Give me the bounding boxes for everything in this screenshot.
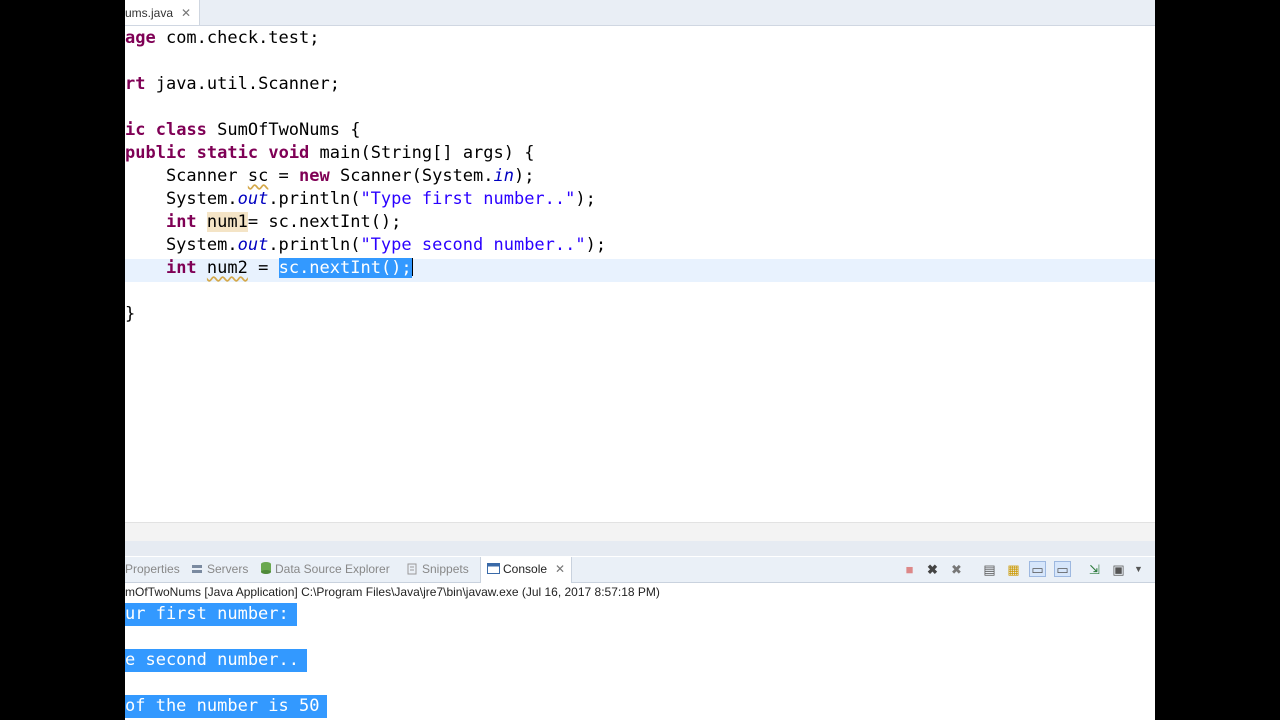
close-icon[interactable]: ✕ [555,557,565,582]
tab-snippets[interactable]: Snippets [406,557,469,582]
remove-launch-icon[interactable]: ✖ [925,562,940,577]
eclipse-window: ums.java ✕ age com.check.test; rt java.u… [125,0,1155,720]
terminate-icon[interactable]: ■ [902,562,917,577]
tab-label: Servers [207,562,249,576]
code-line-10: System.out.println("Type second number..… [125,235,607,255]
editor-tab-label: ums.java [125,5,174,20]
chevron-down-icon[interactable]: ▼ [1131,562,1146,577]
horizontal-scrollbar[interactable] [125,522,1155,541]
editor-tab[interactable]: ums.java ✕ [125,0,201,25]
text-caret [411,258,413,276]
tab-data-source-explorer[interactable]: Data Source Explorer [259,557,390,582]
tab-console[interactable]: Console ✕ [480,557,573,583]
occurrence-highlight: num1 [206,212,248,232]
snippets-icon [406,559,418,575]
bottom-panel-tabbar: Properties Servers Data Source Explorer … [125,557,1155,583]
console-line: ur first number: [125,603,297,626]
panel-divider[interactable] [125,541,1155,556]
tab-properties[interactable]: Properties [125,557,180,582]
database-icon [259,559,271,574]
console-line: e second number.. [125,649,307,672]
show-on-stderr-icon[interactable]: ▭ [1054,561,1071,577]
clear-console-icon[interactable]: ▤ [982,562,997,577]
servers-icon [191,559,203,573]
pin-console-icon[interactable]: ⇲ [1087,562,1102,577]
console-process-label: mOfTwoNums [Java Application] C:\Program… [125,583,1155,602]
code-line-6: public static void main(String[] args) { [125,143,535,163]
editor-tab-bar: ums.java ✕ [125,0,1155,26]
show-on-stdout-icon[interactable]: ▭ [1029,561,1046,577]
display-console-icon[interactable]: ▣ [1111,562,1126,577]
code-line-9: int num1= sc.nextInt(); [165,212,402,232]
code-line-3: rt java.util.Scanner; [125,74,340,94]
code-editor[interactable]: age com.check.test; rt java.util.Scanner… [125,27,1155,522]
close-icon[interactable]: ✕ [181,6,191,20]
tab-label: Properties [125,562,180,576]
text-selection: sc.nextInt(); [278,258,412,278]
code-line-8: System.out.println("Type first number.."… [125,189,596,209]
code-line-7: Scanner sc = new Scanner(System.in); [125,166,535,186]
scroll-lock-icon[interactable]: ▦ [1006,562,1021,577]
console-line: of the number is 50 [125,695,328,718]
code-line-13: } [125,304,136,324]
tab-label: Data Source Explorer [275,562,390,576]
console-icon [487,559,500,574]
code-line-11: int num2 = sc.nextInt(); [165,258,413,278]
code-line-1: age com.check.test; [125,28,320,48]
remove-all-terminated-icon[interactable]: ✖ [949,562,964,577]
console-output[interactable]: ur first number: e second number.. of th… [125,601,1155,720]
code-line-5: ic class SumOfTwoNums { [125,120,361,140]
tab-label: Console [503,562,548,576]
tab-label: Snippets [422,562,469,576]
tab-servers[interactable]: Servers [191,557,248,582]
